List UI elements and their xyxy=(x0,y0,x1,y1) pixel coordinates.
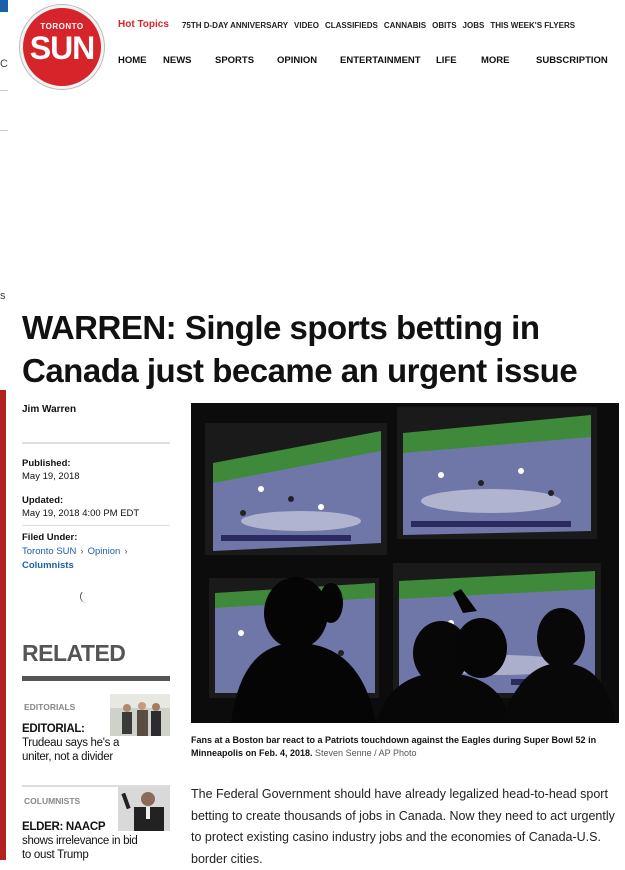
hot-topics-bar: Hot Topics 75TH D-DAY ANNIVERSARY VIDEO … xyxy=(118,19,581,32)
author-link[interactable]: Jim Warren xyxy=(22,404,76,415)
left-strip-divider xyxy=(0,90,8,91)
filed-link-columnists[interactable]: Columnists xyxy=(22,560,74,571)
left-edge-strip: C s xyxy=(0,0,8,869)
left-strip-char: C xyxy=(0,58,8,70)
left-strip-char: s xyxy=(0,290,6,302)
nav-home[interactable]: HOME xyxy=(118,55,147,66)
nav-news[interactable]: NEWS xyxy=(163,55,192,66)
logo-sun: SUN xyxy=(29,30,96,66)
article-photo[interactable] xyxy=(191,403,619,723)
nav-more[interactable]: MORE xyxy=(481,55,510,66)
site-header: TORONTO SUN Hot Topics 75TH D-DAY ANNIVE… xyxy=(20,0,625,92)
hot-topic-link[interactable]: OBITS xyxy=(432,19,456,32)
left-strip-blue-bar xyxy=(0,0,8,12)
photo-caption: Fans at a Boston bar react to a Patriots… xyxy=(191,734,621,760)
related-thumbnail-image[interactable] xyxy=(118,787,170,831)
filed-under-label: Filed Under: xyxy=(22,532,78,543)
loading-spinner-icon xyxy=(80,590,93,603)
related-category[interactable]: COLUMNISTS xyxy=(24,796,80,806)
related-underline xyxy=(22,676,170,681)
updated-label: Updated: xyxy=(22,495,64,506)
filed-link-opinion[interactable]: Opinion xyxy=(88,546,121,557)
filed-link-toronto-sun[interactable]: Toronto SUN xyxy=(22,546,76,557)
related-thumbnail-image[interactable] xyxy=(110,694,170,736)
nav-entertainment[interactable]: ENTERTAINMENT xyxy=(340,55,421,66)
photo-credit: Steven Senne / AP Photo xyxy=(315,748,417,758)
related-title-rest: shows irrelevance in bid to oust Trump xyxy=(22,835,138,861)
hot-topic-link[interactable]: CANNABIS xyxy=(384,19,426,32)
related-title-rest: Trudeau says he's a uniter, not a divide… xyxy=(22,737,120,763)
sidebar-divider xyxy=(22,525,170,526)
article-headline: WARREN: Single sports betting in Canada … xyxy=(22,309,578,389)
related-title-bold: ELDER: NAACP xyxy=(22,821,106,833)
hot-topics-label: Hot Topics xyxy=(118,19,169,30)
hot-topic-link[interactable]: CLASSIFIEDS xyxy=(325,19,378,32)
hot-topic-link[interactable]: VIDEO xyxy=(294,19,319,32)
article-body-paragraph: The Federal Government should have alrea… xyxy=(191,787,615,866)
nav-opinion[interactable]: OPINION xyxy=(277,55,317,66)
related-category[interactable]: EDITORIALS xyxy=(24,702,75,712)
published-date: May 19, 2018 xyxy=(22,471,80,482)
left-strip-red-panel xyxy=(0,390,6,860)
hot-topic-link[interactable]: 75TH D-DAY ANNIVERSARY xyxy=(182,19,288,32)
updated-date: May 19, 2018 4:00 PM EDT xyxy=(22,508,140,519)
hot-topic-link[interactable]: JOBS xyxy=(463,19,485,32)
chevron-right-icon: › xyxy=(124,546,128,557)
sidebar-divider xyxy=(22,442,170,444)
nav-sports[interactable]: SPORTS xyxy=(215,55,254,66)
related-title: RELATED xyxy=(22,640,126,666)
left-strip-divider xyxy=(0,130,8,131)
related-title-bold: EDITORIAL: xyxy=(22,723,85,735)
filed-under-breadcrumb: Toronto SUN › Opinion › Columnists xyxy=(22,545,172,573)
toronto-sun-logo[interactable]: TORONTO SUN xyxy=(23,8,101,86)
chevron-right-icon: › xyxy=(80,546,84,557)
nav-life[interactable]: LIFE xyxy=(436,55,457,66)
hot-topic-link[interactable]: THIS WEEK'S FLYERS xyxy=(490,19,575,32)
nav-subscription[interactable]: SUBSCRIPTION xyxy=(536,55,608,66)
published-label: Published: xyxy=(22,458,71,469)
